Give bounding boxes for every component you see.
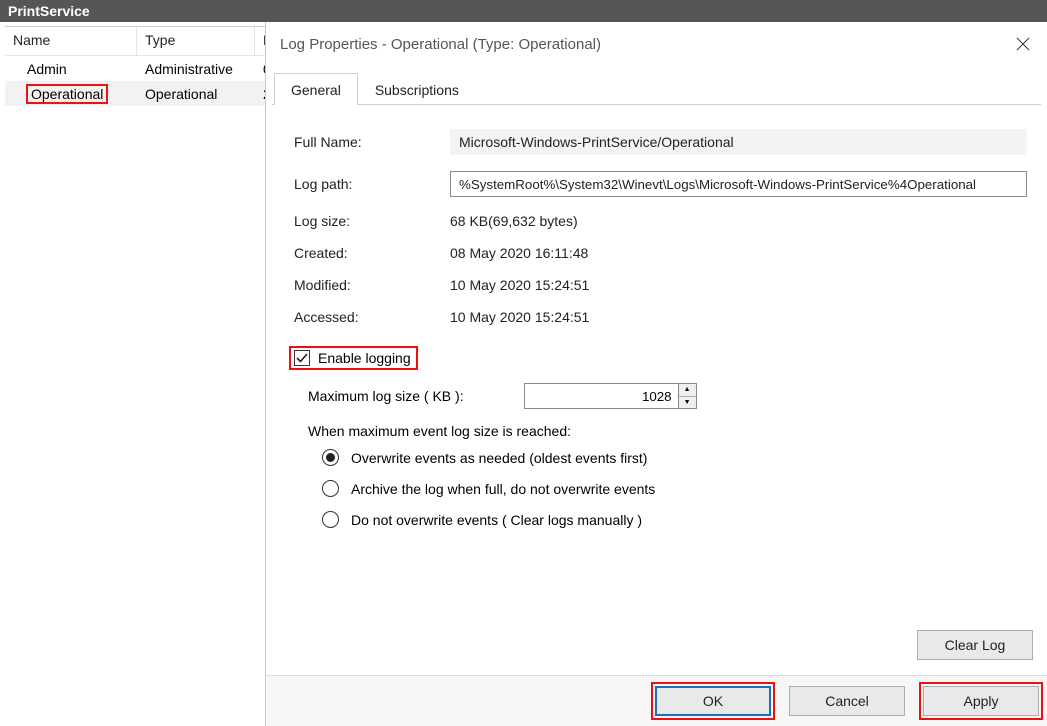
enable-logging-checkbox[interactable]: Enable logging	[290, 347, 417, 369]
accessed-label: Accessed:	[294, 309, 450, 325]
checkbox-icon	[294, 350, 310, 366]
max-log-size-input[interactable]	[524, 383, 679, 409]
tab-subscriptions[interactable]: Subscriptions	[358, 73, 476, 105]
radio-label: Archive the log when full, do not overwr…	[351, 481, 655, 497]
app-title: PrintService	[0, 0, 1047, 22]
max-log-size-spinner[interactable]: ▲ ▼	[524, 383, 697, 409]
cancel-button[interactable]: Cancel	[789, 686, 905, 716]
clear-log-button[interactable]: Clear Log	[917, 630, 1033, 660]
spinner-up-icon[interactable]: ▲	[679, 384, 696, 397]
tab-strip: General Subscriptions	[272, 72, 1041, 105]
accessed-value: 10 May 2020 15:24:51	[450, 309, 589, 325]
radio-icon	[322, 511, 339, 528]
col-header-name[interactable]: Name	[5, 27, 137, 55]
full-name-value: Microsoft-Windows-PrintService/Operation…	[450, 129, 1027, 155]
radio-icon	[322, 449, 339, 466]
radio-no-overwrite[interactable]: Do not overwrite events ( Clear logs man…	[322, 511, 1027, 528]
general-panel: Full Name: Microsoft-Windows-PrintServic…	[266, 105, 1047, 552]
enable-logging-label: Enable logging	[318, 350, 411, 366]
log-properties-dialog: Log Properties - Operational (Type: Oper…	[265, 22, 1047, 726]
radio-archive[interactable]: Archive the log when full, do not overwr…	[322, 480, 1027, 497]
radio-icon	[322, 480, 339, 497]
close-icon[interactable]	[1013, 34, 1033, 54]
cell-type: Administrative	[137, 59, 255, 79]
created-label: Created:	[294, 245, 450, 261]
full-name-label: Full Name:	[294, 134, 450, 150]
log-path-label: Log path:	[294, 176, 450, 192]
modified-value: 10 May 2020 15:24:51	[450, 277, 589, 293]
modified-label: Modified:	[294, 277, 450, 293]
radio-label: Overwrite events as needed (oldest event…	[351, 450, 647, 466]
created-value: 08 May 2020 16:11:48	[450, 245, 588, 261]
radio-label: Do not overwrite events ( Clear logs man…	[351, 512, 642, 528]
radio-overwrite[interactable]: Overwrite events as needed (oldest event…	[322, 449, 1027, 466]
log-path-input[interactable]	[450, 171, 1027, 197]
col-header-type[interactable]: Type	[137, 27, 255, 55]
log-size-value: 68 KB(69,632 bytes)	[450, 213, 578, 229]
spinner-down-icon[interactable]: ▼	[679, 397, 696, 409]
max-log-size-label: Maximum log size ( KB ):	[308, 388, 464, 404]
cell-name: Operational	[5, 84, 137, 104]
ok-button[interactable]: OK	[655, 686, 771, 716]
tab-general[interactable]: General	[274, 73, 358, 105]
apply-button[interactable]: Apply	[923, 686, 1039, 716]
cell-type: Operational	[137, 84, 255, 104]
dialog-title-text: Log Properties - Operational (Type: Oper…	[280, 36, 601, 53]
overflow-heading: When maximum event log size is reached:	[308, 423, 1027, 439]
cell-name: Admin	[5, 59, 137, 79]
log-size-label: Log size:	[294, 213, 450, 229]
dialog-footer: OK Cancel Apply	[266, 675, 1047, 726]
